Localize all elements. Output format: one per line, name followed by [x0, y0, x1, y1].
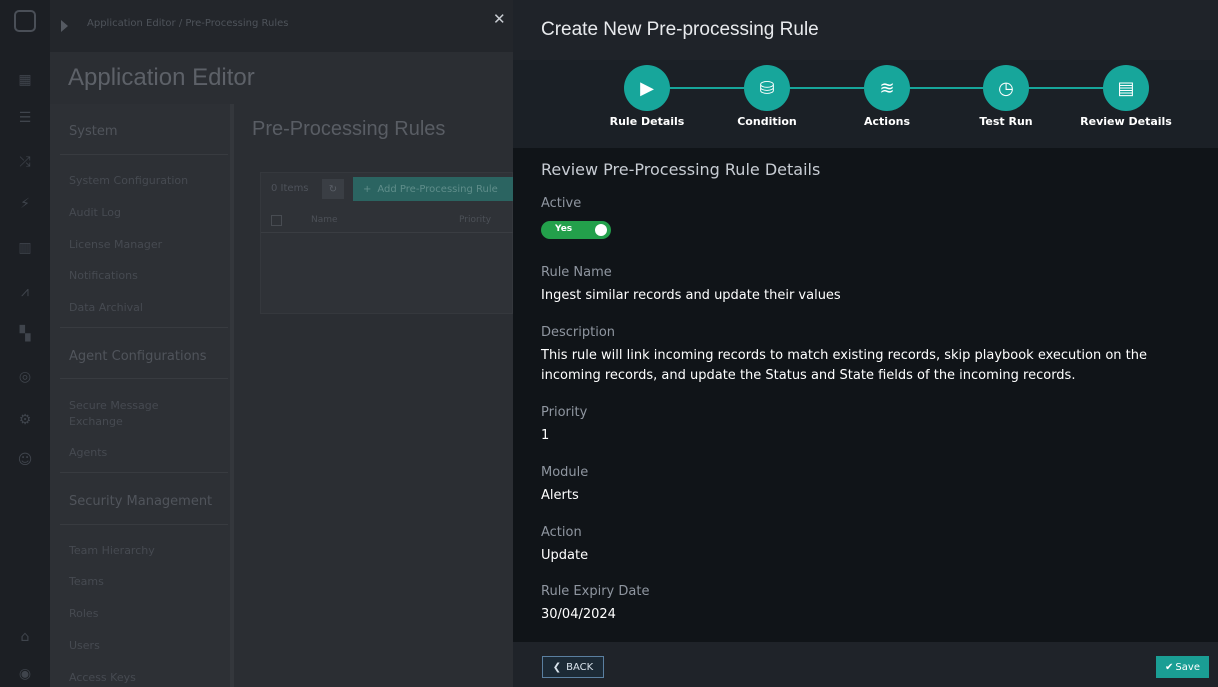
- sidebar-item[interactable]: License Manager: [69, 238, 162, 251]
- module-value: Alerts: [541, 488, 579, 503]
- step-label: Actions: [864, 115, 910, 128]
- rules-table-panel: 0 Items ↻ + Add Pre-Processing Rule Name…: [260, 172, 513, 314]
- breadcrumb-separator: /: [178, 18, 183, 29]
- back-label: BACK: [566, 661, 594, 673]
- select-all-checkbox[interactable]: [271, 215, 282, 226]
- save-label: Save: [1175, 661, 1200, 673]
- sidebar-item[interactable]: Team Hierarchy: [69, 544, 155, 557]
- chart-icon[interactable]: ⩘: [13, 280, 37, 304]
- step-test-run[interactable]: ◷ Test Run: [946, 60, 1066, 148]
- sidebar-item[interactable]: Data Archival: [69, 301, 143, 314]
- sidebar-item[interactable]: Notifications: [69, 269, 138, 282]
- check-icon: ✔: [1165, 661, 1174, 673]
- active-toggle[interactable]: Yes: [541, 221, 611, 239]
- target-icon[interactable]: ◎: [13, 365, 37, 389]
- step-label: Condition: [737, 115, 797, 128]
- back-button[interactable]: ❮ BACK: [542, 656, 604, 678]
- page-title: Application Editor: [68, 64, 255, 91]
- section-heading-system: System: [69, 124, 118, 139]
- active-label: Active: [541, 196, 582, 211]
- step-rule-details[interactable]: ▶ Rule Details: [587, 60, 707, 148]
- sidebar-item[interactable]: Users: [69, 639, 100, 652]
- section-heading-agents: Agent Configurations: [69, 349, 207, 364]
- expiry-date-value: 30/04/2024: [541, 607, 616, 622]
- step-condition[interactable]: ⛁ Condition: [707, 60, 827, 148]
- expand-icon[interactable]: [61, 20, 68, 32]
- step-label: Test Run: [979, 115, 1033, 128]
- step-label: Review Details: [1080, 115, 1172, 128]
- sidebar-item[interactable]: Agents: [69, 446, 107, 459]
- sidebar-item[interactable]: Audit Log: [69, 206, 121, 219]
- shuffle-icon[interactable]: ⤮: [13, 150, 37, 174]
- app-rail: ▦ ☰ ⤮ ⚡ ▥ ⩘ ▚ ◎ ⚙ ☺ ⌂ ◉: [0, 0, 50, 687]
- divider: [60, 154, 228, 155]
- incidents-icon[interactable]: ☰: [13, 106, 37, 130]
- rule-name-value: Ingest similar records and update their …: [541, 288, 841, 303]
- add-rule-button[interactable]: + Add Pre-Processing Rule: [353, 177, 513, 201]
- divider: [60, 378, 228, 379]
- grid-icon[interactable]: ▚: [13, 322, 37, 346]
- wizard-stepper: ▶ Rule Details ⛁ Condition ≋ Actions ◷ T…: [513, 60, 1218, 148]
- breadcrumb-current: Pre-Processing Rules: [185, 18, 289, 29]
- priority-value: 1: [541, 428, 550, 443]
- sidebar-item[interactable]: Secure Message Exchange: [69, 398, 189, 430]
- sidebar-item[interactable]: System Configuration: [69, 174, 188, 187]
- toggle-knob: [595, 224, 607, 236]
- step-review-details[interactable]: ▤ Review Details: [1066, 60, 1186, 148]
- divider: [60, 327, 228, 328]
- play-icon: ▶: [624, 65, 670, 111]
- section-heading-security: Security Management: [69, 494, 213, 509]
- description-value: This rule will link incoming records to …: [541, 348, 1147, 383]
- breadcrumb-parent[interactable]: Application Editor: [87, 18, 176, 29]
- close-icon[interactable]: ✕: [493, 10, 506, 28]
- app-root: ▦ ☰ ⤮ ⚡ ▥ ⩘ ▚ ◎ ⚙ ☺ ⌂ ◉ Application Edit…: [0, 0, 1218, 687]
- rule-name-label: Rule Name: [541, 265, 612, 280]
- breadcrumb: Application Editor / Pre-Processing Rule…: [87, 18, 288, 29]
- step-label: Rule Details: [609, 115, 685, 128]
- item-count: 0 Items: [271, 183, 309, 194]
- calendar-clock-icon: ◷: [983, 65, 1029, 111]
- save-button[interactable]: ✔ Save: [1156, 656, 1209, 678]
- table-header: Name Priority: [261, 207, 513, 233]
- section-title: Pre-Processing Rules: [252, 118, 446, 140]
- create-rule-drawer: Create New Pre-processing Rule ▶ Rule De…: [513, 0, 1218, 687]
- expiry-date-label: Rule Expiry Date: [541, 584, 650, 599]
- automation-icon[interactable]: ⚡: [13, 192, 37, 216]
- add-rule-label: Add Pre-Processing Rule: [377, 183, 498, 195]
- column-header-name[interactable]: Name: [311, 215, 338, 225]
- drawer-header: Create New Pre-processing Rule: [513, 0, 1218, 60]
- plus-icon: +: [363, 183, 372, 195]
- priority-label: Priority: [541, 405, 588, 420]
- drawer-footer: ❮ BACK ✔ Save: [513, 642, 1218, 687]
- sliders-icon: ≋: [864, 65, 910, 111]
- sidebar-item[interactable]: Roles: [69, 607, 98, 620]
- divider: [60, 472, 228, 473]
- settings-icon[interactable]: ⚙: [13, 408, 37, 432]
- sidebar-item[interactable]: Teams: [69, 575, 104, 588]
- toggle-text: Yes: [555, 224, 573, 234]
- document-icon: ▤: [1103, 65, 1149, 111]
- database-icon: ⛁: [744, 65, 790, 111]
- column-header-priority[interactable]: Priority: [459, 215, 491, 225]
- logo-icon[interactable]: [14, 10, 36, 32]
- drawer-title: Create New Pre-processing Rule: [541, 19, 819, 40]
- module-label: Module: [541, 465, 589, 480]
- dashboard-icon[interactable]: ▦: [13, 68, 37, 92]
- description-label: Description: [541, 325, 616, 340]
- review-heading: Review Pre-Processing Rule Details: [541, 160, 821, 179]
- building-icon[interactable]: ▥: [13, 236, 37, 260]
- profile-icon[interactable]: ◉: [13, 662, 37, 686]
- refresh-button[interactable]: ↻: [322, 179, 344, 199]
- divider: [60, 524, 228, 525]
- top-bar: Application Editor / Pre-Processing Rule…: [50, 0, 513, 52]
- action-value: Update: [541, 548, 589, 563]
- trash-icon[interactable]: ⌂: [13, 625, 37, 649]
- settings-sidebar: System System Configuration Audit Log Li…: [50, 104, 234, 687]
- refresh-icon: ↻: [328, 183, 338, 195]
- step-actions[interactable]: ≋ Actions: [827, 60, 947, 148]
- action-label: Action: [541, 525, 582, 540]
- sidebar-item[interactable]: Access Keys: [69, 671, 136, 684]
- users-icon[interactable]: ☺: [13, 448, 37, 472]
- chevron-left-icon: ❮: [552, 661, 562, 673]
